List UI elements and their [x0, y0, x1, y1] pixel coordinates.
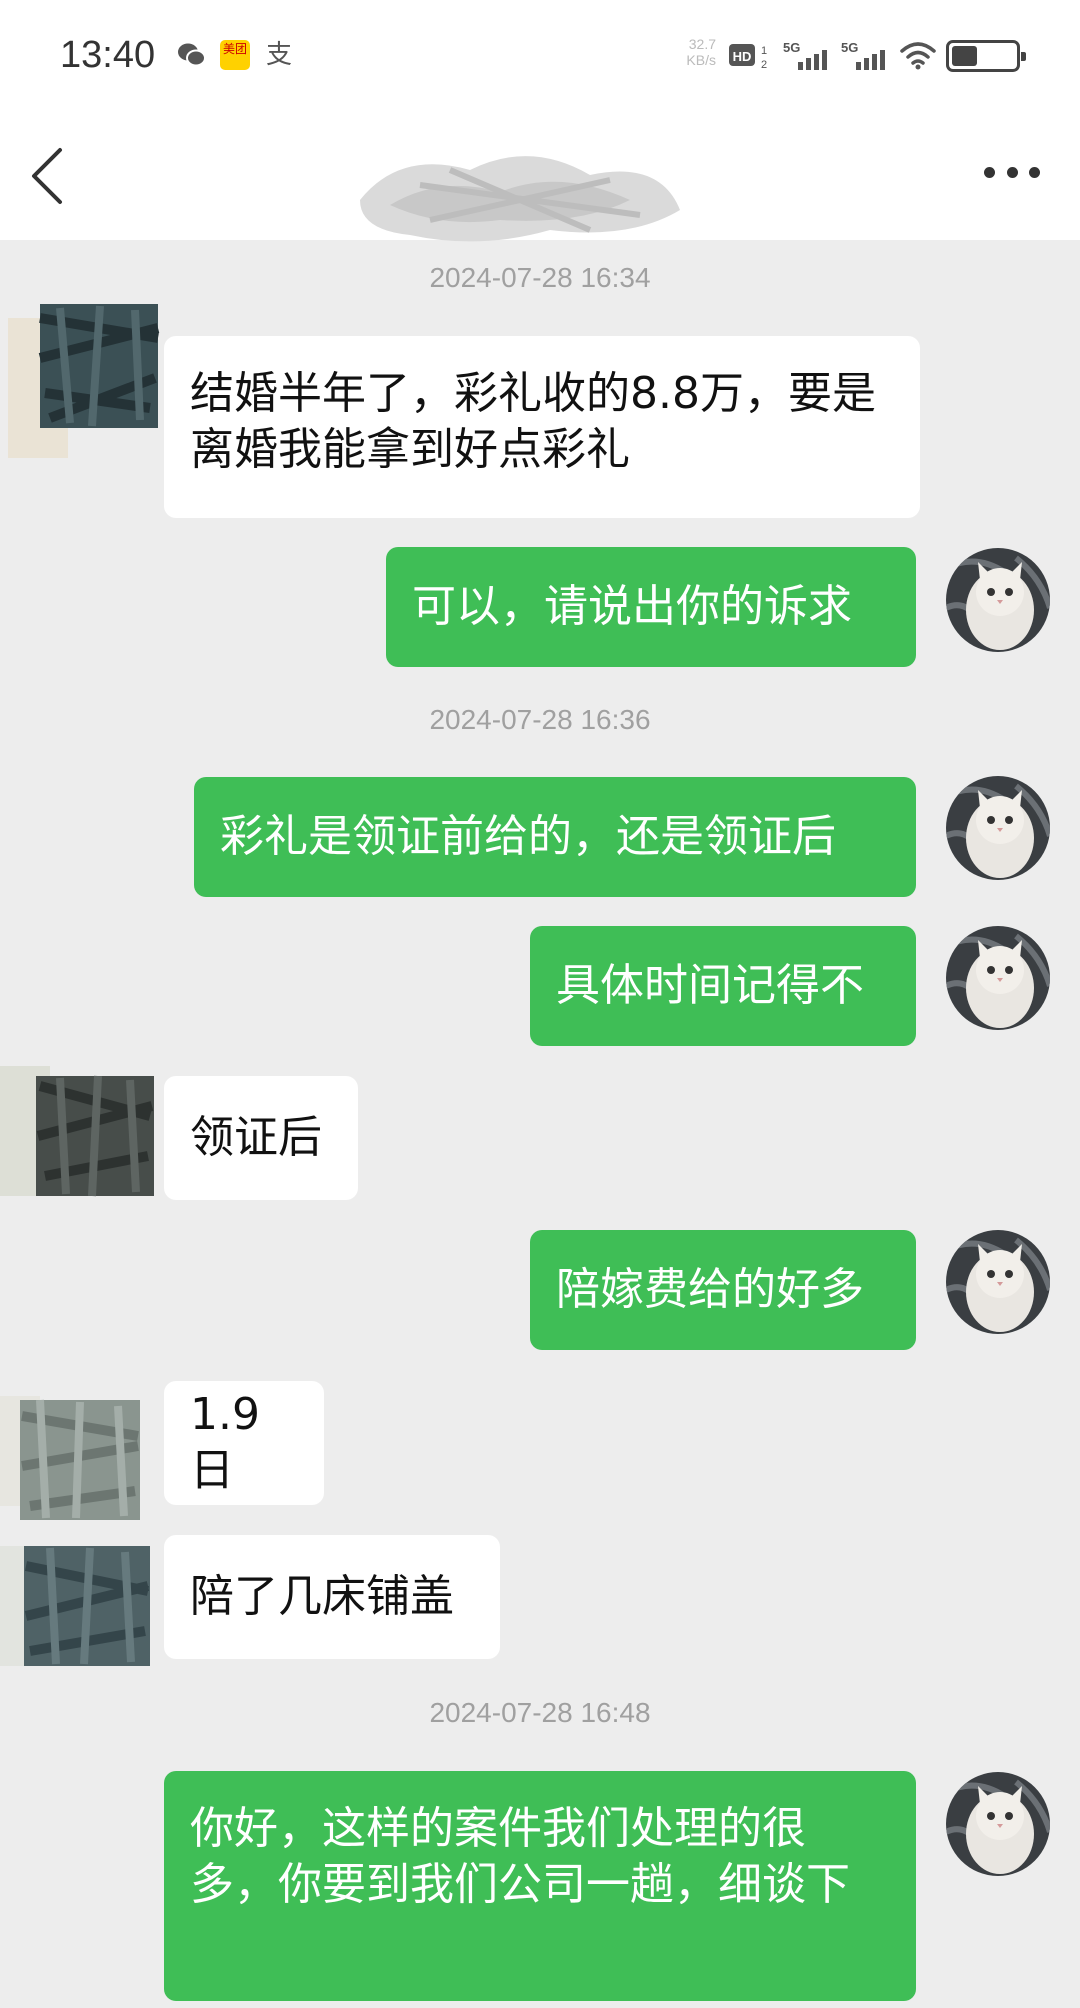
battery-icon — [946, 40, 1026, 72]
message-bubble-sent[interactable]: 陪嫁费给的好多 — [530, 1230, 916, 1350]
network-speed-unit: KB/s — [686, 52, 716, 68]
message-text: 领证后 — [190, 1112, 322, 1163]
battery-level — [952, 46, 977, 66]
message-text: 结婚半年了，彩礼收的8.8万，要是离婚我能拿到好点彩礼 — [190, 368, 876, 475]
alipay-label: 支 — [266, 40, 293, 70]
sim1-label: 5G — [783, 40, 800, 55]
message-text: 陪嫁费给的好多 — [556, 1264, 864, 1315]
contact-avatar-redacted[interactable] — [0, 1376, 160, 1526]
hd-label: HD — [733, 49, 752, 64]
message-timestamp: 2024-07-28 16:34 — [429, 262, 651, 293]
svg-text:2: 2 — [761, 59, 767, 71]
more-dot — [1029, 166, 1040, 178]
status-bar: 13:40 美团 支 32.7 KB/s HD 1 2 5G 5G — [0, 0, 1080, 110]
wifi-icon — [900, 42, 936, 70]
sim2-label: 5G — [841, 40, 858, 55]
message-text: 彩礼是领证前给的，还是领证后 — [220, 811, 836, 862]
contact-avatar-redacted[interactable] — [0, 1536, 160, 1676]
more-dot — [984, 166, 995, 178]
message-text: 具体时间记得不 — [556, 960, 864, 1011]
message-bubble-sent[interactable]: 你好，这样的案件我们处理的很多，你要到我们公司一趟，细谈下 — [164, 1771, 916, 2001]
message-text: 陪了几床铺盖 — [190, 1571, 454, 1622]
alipay-icon: 支 — [266, 40, 296, 70]
meituan-icon: 美团 — [220, 40, 250, 70]
hd-voice-icon: HD 1 2 — [729, 44, 767, 71]
message-bubble-received[interactable]: 结婚半年了，彩礼收的8.8万，要是离婚我能拿到好点彩礼 — [164, 336, 920, 518]
chevron-left-icon — [32, 148, 62, 204]
signal-5g-sim2-icon: 5G — [841, 40, 885, 70]
message-text: 可以，请说出你的诉求 — [412, 581, 852, 632]
user-avatar-cat[interactable] — [946, 1772, 1050, 1876]
more-button[interactable] — [984, 162, 1040, 182]
user-avatar-cat[interactable] — [946, 776, 1050, 880]
more-dot — [1006, 166, 1018, 178]
user-avatar-cat[interactable] — [946, 1230, 1050, 1334]
network-speed: 32.7 KB/s — [672, 36, 716, 68]
message-bubble-sent[interactable]: 彩礼是领证前给的，还是领证后 — [194, 777, 916, 897]
network-speed-value: 32.7 — [688, 36, 716, 52]
message-bubble-received[interactable]: 1.9日 — [164, 1381, 324, 1505]
status-time: 13:40 — [60, 34, 156, 76]
redacted-contact-title — [360, 156, 680, 242]
message-text: 你好，这样的案件我们处理的很多，你要到我们公司一趟，细谈下 — [190, 1803, 850, 1910]
chat-header — [0, 110, 1080, 242]
user-avatar-cat[interactable] — [946, 548, 1050, 652]
user-avatar-cat[interactable] — [946, 926, 1050, 1030]
message-timestamp: 2024-07-28 16:36 — [429, 704, 651, 735]
contact-avatar-redacted[interactable] — [0, 298, 160, 468]
wechat-icon — [178, 43, 206, 67]
message-timestamp: 2024-07-28 16:48 — [429, 1697, 651, 1728]
message-bubble-received[interactable]: 领证后 — [164, 1076, 358, 1200]
back-button[interactable] — [24, 132, 94, 212]
contact-avatar-redacted[interactable] — [0, 1056, 160, 1206]
meituan-label: 美团 — [222, 42, 247, 56]
svg-text:1: 1 — [761, 45, 767, 57]
message-bubble-sent[interactable]: 可以，请说出你的诉求 — [386, 547, 916, 667]
signal-5g-sim1-icon: 5G — [783, 40, 827, 70]
message-bubble-sent[interactable]: 具体时间记得不 — [530, 926, 916, 1046]
message-bubble-received[interactable]: 陪了几床铺盖 — [164, 1535, 500, 1659]
message-text: 1.9日 — [190, 1389, 260, 1496]
